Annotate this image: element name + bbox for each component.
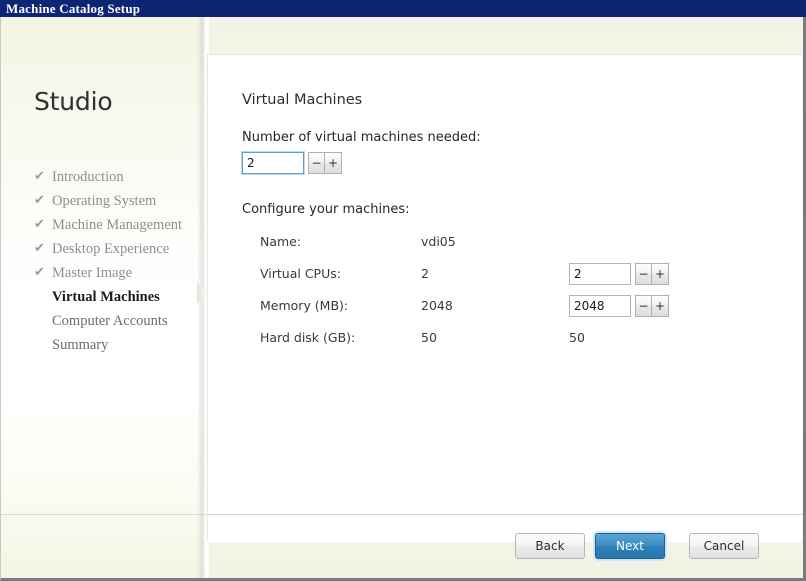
vm-count-stepper[interactable]: − + xyxy=(242,152,342,174)
vm-count-stepper-buttons: − + xyxy=(308,152,342,174)
wizard-content-panel: Virtual Machines Number of virtual machi… xyxy=(207,54,802,542)
sidebar-item-label: Summary xyxy=(52,337,109,353)
memory-increment-button[interactable]: + xyxy=(652,295,669,317)
config-row-value: vdi05 xyxy=(421,234,456,249)
page-title: Virtual Machines xyxy=(242,92,363,108)
studio-brand-title: Studio xyxy=(34,87,113,116)
vm-count-decrement-button[interactable]: − xyxy=(308,152,325,174)
config-row-value: 2048 xyxy=(421,298,453,313)
sidebar-item-label: Computer Accounts xyxy=(52,313,168,329)
sidebar-item-master-image[interactable]: ✔ Master Image xyxy=(34,261,204,285)
vm-count-input[interactable] xyxy=(242,152,304,174)
config-row-label: Name: xyxy=(260,234,302,249)
sidebar-item-machine-management[interactable]: ✔ Machine Management xyxy=(34,213,204,237)
wizard-step-list: ✔ Introduction ✔ Operating System ✔ Mach… xyxy=(34,165,204,357)
sidebar-item-introduction[interactable]: ✔ Introduction xyxy=(34,165,204,189)
vm-count-increment-button[interactable]: + xyxy=(325,152,342,174)
virtual-cpus-increment-button[interactable]: + xyxy=(652,263,669,285)
next-button[interactable]: Next xyxy=(595,533,665,559)
sidebar-item-desktop-experience[interactable]: ✔ Desktop Experience xyxy=(34,237,204,261)
virtual-cpus-stepper[interactable]: − + xyxy=(569,263,669,285)
back-button[interactable]: Back xyxy=(515,533,585,559)
footer-divider xyxy=(1,514,803,515)
sidebar-item-operating-system[interactable]: ✔ Operating System xyxy=(34,189,204,213)
checkmark-icon: ✔ xyxy=(34,217,45,232)
sidebar-item-label: Desktop Experience xyxy=(52,241,170,257)
config-row-right-value: 50 xyxy=(569,330,585,345)
sidebar-item-label: Machine Management xyxy=(52,217,183,233)
cancel-button[interactable]: Cancel xyxy=(689,533,759,559)
wizard-button-bar: Back Next Cancel xyxy=(1,533,791,561)
config-row-memory: Memory (MB): 2048 − + xyxy=(208,295,802,317)
checkmark-icon: ✔ xyxy=(34,241,45,256)
machine-catalog-setup-window: Machine Catalog Setup Studio ✔ Introduct… xyxy=(0,0,806,581)
virtual-cpus-input[interactable] xyxy=(569,263,631,285)
sidebar-item-label: Introduction xyxy=(52,169,124,185)
sidebar-item-label: Virtual Machines xyxy=(52,289,160,305)
wizard-sidebar: Studio ✔ Introduction ✔ Operating System… xyxy=(1,17,206,578)
memory-stepper-buttons: − + xyxy=(635,295,669,317)
config-row-hard-disk: Hard disk (GB): 50 50 xyxy=(208,327,802,349)
config-row-name: Name: vdi05 xyxy=(208,231,802,253)
sidebar-item-computer-accounts[interactable]: Computer Accounts xyxy=(34,309,204,333)
checkmark-icon: ✔ xyxy=(34,193,45,208)
checkmark-icon: ✔ xyxy=(34,169,45,184)
vm-count-label: Number of virtual machines needed: xyxy=(242,130,481,145)
sidebar-item-label: Master Image xyxy=(52,265,133,281)
config-row-virtual-cpus: Virtual CPUs: 2 − + xyxy=(208,263,802,285)
config-row-label: Hard disk (GB): xyxy=(260,330,356,345)
config-row-label: Virtual CPUs: xyxy=(260,266,341,281)
sidebar-item-label: Operating System xyxy=(52,193,157,209)
window-frame: Studio ✔ Introduction ✔ Operating System… xyxy=(0,17,806,581)
checkmark-icon: ✔ xyxy=(34,265,45,280)
config-row-label: Memory (MB): xyxy=(260,298,349,313)
config-row-value: 2 xyxy=(421,266,429,281)
virtual-cpus-decrement-button[interactable]: − xyxy=(635,263,652,285)
window-title-bar: Machine Catalog Setup xyxy=(0,0,806,17)
sidebar-item-virtual-machines[interactable]: Virtual Machines xyxy=(34,285,204,309)
memory-decrement-button[interactable]: − xyxy=(635,295,652,317)
virtual-cpus-stepper-buttons: − + xyxy=(635,263,669,285)
sidebar-item-summary[interactable]: Summary xyxy=(34,333,204,357)
configure-machines-label: Configure your machines: xyxy=(242,202,410,217)
memory-input[interactable] xyxy=(569,295,631,317)
config-row-value: 50 xyxy=(421,330,437,345)
memory-stepper[interactable]: − + xyxy=(569,295,669,317)
